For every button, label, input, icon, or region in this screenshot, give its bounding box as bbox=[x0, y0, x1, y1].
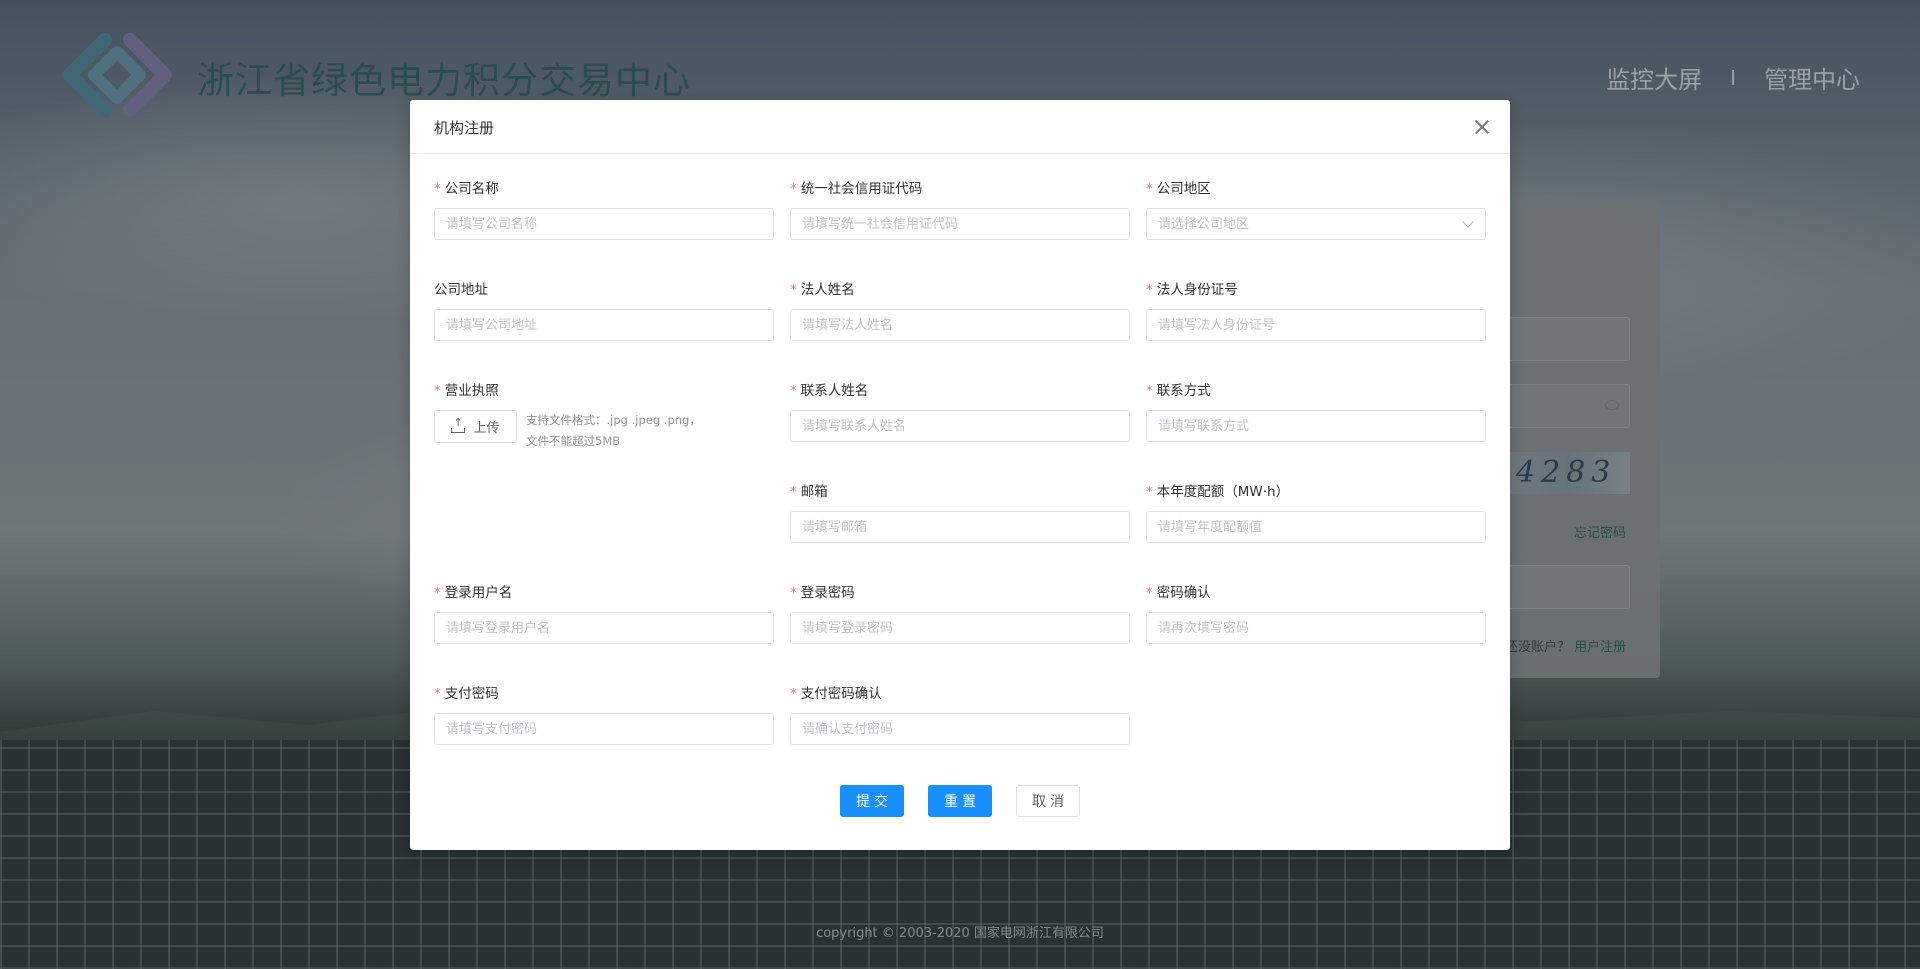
pay-password-input[interactable] bbox=[434, 713, 774, 745]
username-label: 登录用户名 bbox=[444, 585, 513, 601]
upload-label: 上传 bbox=[473, 421, 500, 436]
upload-icon bbox=[451, 416, 466, 433]
company-name-label: 公司名称 bbox=[444, 181, 499, 197]
field-annual-quota: * 本年度配额（MW·h） bbox=[1146, 483, 1486, 543]
credit-code-label: 统一社会信用证代码 bbox=[800, 181, 923, 197]
required-mark: * bbox=[434, 686, 441, 702]
close-icon[interactable] bbox=[1472, 117, 1492, 137]
modal-footer: 提交 重置 取消 bbox=[410, 785, 1510, 817]
password-confirm-label: 密码确认 bbox=[1156, 585, 1211, 601]
address-label: 公司地址 bbox=[434, 282, 488, 298]
register-modal: 机构注册 *公司名称 *统一社会信用证代码 *公司地区 公司地址 *法人姓名 *… bbox=[410, 100, 1510, 850]
contact-phone-input[interactable] bbox=[1146, 410, 1486, 442]
cancel-button[interactable]: 取消 bbox=[1016, 785, 1080, 817]
contact-name-input[interactable] bbox=[790, 410, 1130, 442]
upload-tip-formats: 支持文件格式：.jpg .jpeg .png， bbox=[526, 413, 701, 427]
password-input[interactable] bbox=[790, 612, 1130, 644]
required-mark: * bbox=[1146, 181, 1153, 197]
address-input[interactable] bbox=[434, 309, 774, 341]
required-mark: * bbox=[1146, 282, 1153, 298]
upload-button[interactable]: 上传 bbox=[434, 410, 517, 443]
pay-password-confirm-label: 支付密码确认 bbox=[800, 686, 882, 702]
legal-id-label: 法人身份证号 bbox=[1156, 282, 1238, 298]
required-mark: * bbox=[434, 383, 441, 399]
pay-password-label: 支付密码 bbox=[444, 686, 499, 702]
field-legal-name: * 法人姓名 bbox=[790, 281, 1130, 341]
required-mark: * bbox=[1146, 585, 1153, 601]
field-legal-id: * 法人身份证号 bbox=[1146, 281, 1486, 341]
region-label: 公司地区 bbox=[1156, 181, 1211, 197]
region-select-input[interactable] bbox=[1146, 208, 1486, 240]
field-pay-password-confirm: * 支付密码确认 bbox=[790, 685, 1130, 745]
required-mark: * bbox=[790, 585, 797, 601]
required-mark: * bbox=[434, 181, 441, 197]
upload-tip: 支持文件格式：.jpg .jpeg .png， 文件不能超过5MB bbox=[526, 410, 726, 452]
legal-name-label: 法人姓名 bbox=[800, 282, 855, 298]
contact-phone-label: 联系方式 bbox=[1156, 383, 1211, 399]
required-mark: * bbox=[434, 585, 441, 601]
submit-button[interactable]: 提交 bbox=[840, 785, 904, 817]
field-username: * 登录用户名 bbox=[434, 584, 774, 644]
password-confirm-input[interactable] bbox=[1146, 612, 1486, 644]
username-input[interactable] bbox=[434, 612, 774, 644]
field-email: * 邮箱 bbox=[790, 483, 1130, 543]
field-region: * 公司地区 bbox=[1146, 180, 1486, 240]
email-input[interactable] bbox=[790, 511, 1130, 543]
legal-id-input[interactable] bbox=[1146, 309, 1486, 341]
field-business-license: *营业执照 上传 支持文件格式：.jpg .jpeg .png， 文件不能超过5… bbox=[434, 382, 774, 452]
field-credit-code: * 统一社会信用证代码 bbox=[790, 180, 1130, 240]
quota-input[interactable] bbox=[1146, 511, 1486, 543]
required-mark: * bbox=[790, 181, 797, 197]
email-label: 邮箱 bbox=[800, 484, 828, 500]
password-label: 登录密码 bbox=[800, 585, 855, 601]
license-label: 营业执照 bbox=[444, 383, 499, 399]
reset-button[interactable]: 重置 bbox=[928, 785, 992, 817]
pay-password-confirm-input[interactable] bbox=[790, 713, 1130, 745]
region-select[interactable] bbox=[1146, 198, 1486, 240]
credit-code-input[interactable] bbox=[790, 208, 1130, 240]
field-contact-phone: * 联系方式 bbox=[1146, 382, 1486, 442]
required-mark: * bbox=[1146, 383, 1153, 399]
upload-tip-size: 文件不能超过5MB bbox=[526, 434, 621, 448]
required-mark: * bbox=[1146, 484, 1153, 500]
field-company-name: * 公司名称 bbox=[434, 180, 774, 240]
quota-label: 本年度配额（MW·h） bbox=[1156, 484, 1290, 500]
required-mark: * bbox=[790, 686, 797, 702]
required-mark: * bbox=[790, 484, 797, 500]
field-address: 公司地址 bbox=[434, 281, 774, 341]
required-mark: * bbox=[790, 383, 797, 399]
legal-name-input[interactable] bbox=[790, 309, 1130, 341]
field-contact-name: * 联系人姓名 bbox=[790, 382, 1130, 442]
modal-header: 机构注册 bbox=[410, 100, 1510, 154]
company-name-input[interactable] bbox=[434, 208, 774, 240]
field-pay-password: * 支付密码 bbox=[434, 685, 774, 745]
contact-name-label: 联系人姓名 bbox=[800, 383, 869, 399]
field-password-confirm: * 密码确认 bbox=[1146, 584, 1486, 644]
field-password: * 登录密码 bbox=[790, 584, 1130, 644]
modal-title: 机构注册 bbox=[434, 119, 495, 137]
required-mark: * bbox=[790, 282, 797, 298]
